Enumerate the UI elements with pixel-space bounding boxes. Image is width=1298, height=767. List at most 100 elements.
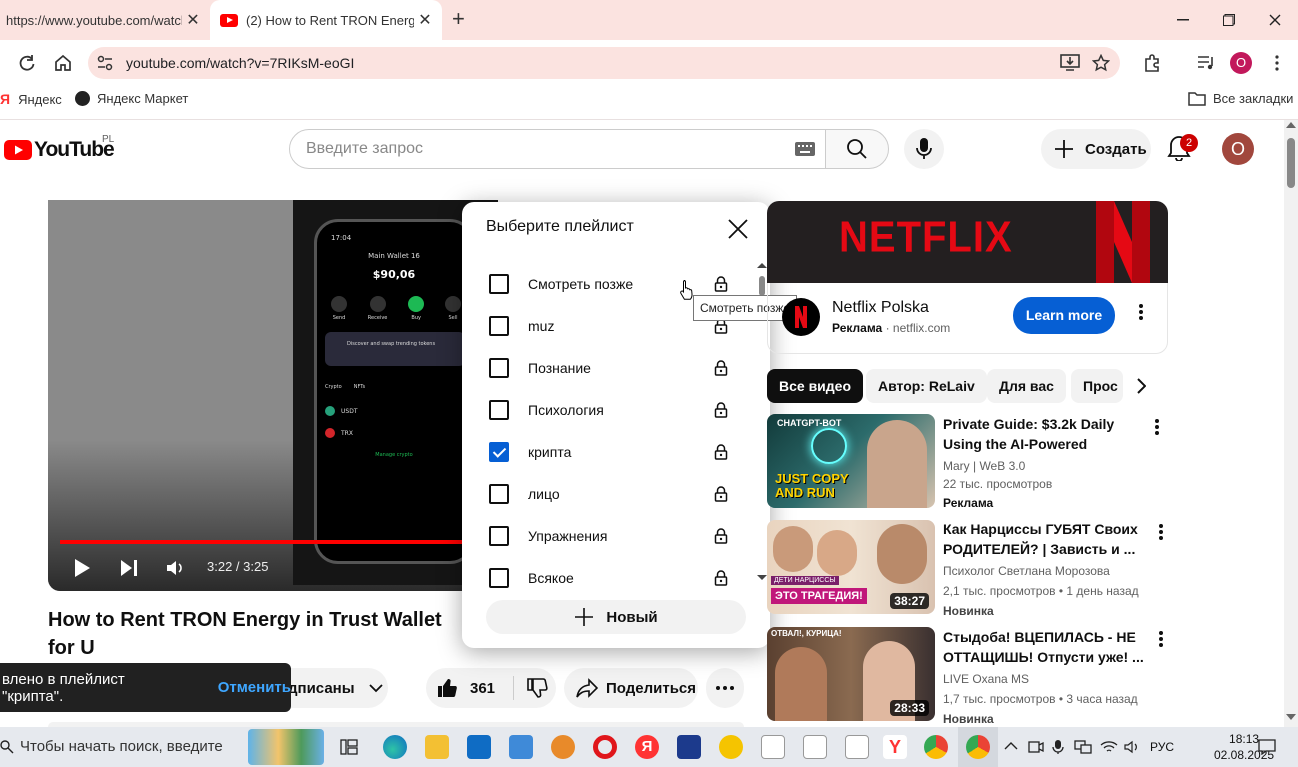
playlist-row[interactable]: Познание	[486, 347, 736, 389]
taskbar-search-box[interactable]: Чтобы начать поиск, введите	[0, 727, 240, 767]
undo-button[interactable]: Отменить	[218, 679, 291, 696]
advertiser-name[interactable]: Netflix Polska	[832, 299, 929, 317]
mic-icon[interactable]	[1052, 739, 1064, 755]
yandex-browser-icon[interactable]: Я	[635, 735, 659, 759]
next-video-icon[interactable]	[120, 559, 138, 577]
related-thumbnail[interactable]: ОТВАЛ!, КУРИЦА! 28:33	[767, 627, 935, 721]
document-icon[interactable]	[761, 735, 785, 759]
chip-all-videos[interactable]: Все видео	[767, 369, 864, 403]
task-view-icon[interactable]	[340, 739, 358, 755]
playlist-row[interactable]: лицо	[486, 473, 736, 515]
wifi-icon[interactable]	[1100, 740, 1118, 754]
account-avatar[interactable]: О	[1222, 133, 1254, 165]
checkbox[interactable]	[489, 568, 509, 588]
network-adapter-icon[interactable]	[1074, 740, 1092, 754]
close-icon[interactable]: ✕	[414, 9, 436, 31]
related-channel[interactable]: Психолог Светлана Морозова	[943, 562, 1110, 580]
url-text[interactable]: youtube.com/watch?v=7RIKsM-eoGI	[126, 54, 354, 72]
app-target-icon[interactable]	[551, 735, 575, 759]
related-channel[interactable]: LIVE Oxana MS	[943, 670, 1029, 688]
checkbox[interactable]	[489, 484, 509, 504]
all-bookmarks[interactable]: Все закладки	[1188, 91, 1293, 106]
playlist-row[interactable]: крипта	[486, 431, 736, 473]
ad-more-icon[interactable]	[1133, 302, 1149, 322]
related-channel[interactable]: Mary | WeB 3.0	[943, 457, 1025, 475]
playlist-row[interactable]: Всякое	[486, 557, 736, 599]
close-icon[interactable]: ✕	[182, 9, 204, 31]
page-scrollbar-thumb[interactable]	[1287, 138, 1295, 188]
profile-avatar[interactable]: О	[1230, 52, 1252, 74]
install-app-icon[interactable]	[1060, 54, 1080, 72]
checkbox[interactable]	[489, 526, 509, 546]
input-language[interactable]: РУС	[1150, 740, 1174, 754]
scroll-down-arrow-icon[interactable]	[1286, 714, 1296, 720]
miro-app-icon[interactable]	[719, 735, 743, 759]
bookmark-star-icon[interactable]	[1092, 54, 1110, 72]
more-actions-button[interactable]	[706, 668, 744, 708]
search-highlight-image[interactable]	[248, 729, 324, 765]
youtube-logo[interactable]: YouTube	[4, 138, 115, 162]
search-button[interactable]	[825, 129, 889, 169]
chrome-active-icon[interactable]	[966, 735, 990, 759]
advertiser-logo-icon[interactable]	[782, 298, 820, 336]
progress-bar[interactable]	[60, 540, 466, 544]
file-explorer-icon[interactable]	[425, 735, 449, 759]
checkbox[interactable]	[489, 358, 509, 378]
outlook-icon[interactable]	[467, 735, 491, 759]
checkbox-checked[interactable]	[489, 442, 509, 462]
bookmark-yandex-market[interactable]: Яндекс Маркет	[75, 91, 188, 106]
play-icon[interactable]	[73, 558, 91, 578]
reload-icon[interactable]	[17, 53, 37, 73]
scroll-up-arrow-icon[interactable]	[1286, 122, 1296, 128]
share-button[interactable]: Поделиться	[564, 668, 698, 708]
related-more-icon[interactable]	[1154, 630, 1168, 648]
volume-icon[interactable]	[166, 559, 186, 577]
related-thumbnail[interactable]: CHATGPT-BOT JUST COPY AND RUN	[767, 414, 935, 508]
related-title[interactable]: Как Нарциссы ГУБЯТ Своих РОДИТЕЛЕЙ? | За…	[943, 519, 1148, 559]
document-icon[interactable]	[803, 735, 827, 759]
edge-icon[interactable]	[383, 735, 407, 759]
yandex-icon[interactable]: Y	[883, 735, 907, 759]
chrome-icon[interactable]	[924, 735, 948, 759]
search-input[interactable]: Введите запрос	[289, 129, 826, 169]
related-title[interactable]: Private Guide: $3.2k Daily Using the AI-…	[943, 414, 1148, 454]
related-more-icon[interactable]	[1154, 523, 1168, 541]
window-close-icon[interactable]	[1260, 8, 1290, 32]
dialog-close-button[interactable]	[725, 216, 751, 242]
like-button[interactable]: 361	[426, 668, 556, 708]
meet-now-icon[interactable]	[1028, 740, 1044, 754]
chevron-up-icon[interactable]	[1004, 742, 1018, 750]
home-icon[interactable]	[53, 53, 73, 73]
checkbox[interactable]	[489, 316, 509, 336]
media-control-icon[interactable]	[1196, 54, 1216, 72]
minimize-icon[interactable]	[1168, 8, 1198, 32]
speaker-icon[interactable]	[1124, 740, 1140, 754]
maximize-icon[interactable]	[1214, 8, 1244, 32]
voice-search-button[interactable]	[904, 129, 944, 169]
checkbox[interactable]	[489, 274, 509, 294]
tab-youtube-url[interactable]: https://www.youtube.com/watch ✕	[0, 0, 210, 40]
checkbox[interactable]	[489, 400, 509, 420]
document-icon[interactable]	[845, 735, 869, 759]
page-scrollbar[interactable]	[1284, 120, 1298, 727]
new-tab-plus-icon[interactable]: +	[452, 8, 474, 30]
extensions-icon[interactable]	[1142, 53, 1162, 73]
keyboard-icon[interactable]	[795, 142, 815, 156]
news-icon[interactable]	[509, 735, 533, 759]
playlist-row[interactable]: Психология	[486, 389, 736, 431]
bookmark-yandex[interactable]: Я Яндекс	[0, 91, 62, 107]
site-info-icon[interactable]	[96, 54, 114, 72]
tab-active-video[interactable]: (2) How to Rent TRON Energy in ✕	[210, 0, 442, 40]
new-playlist-button[interactable]: Новый	[486, 600, 746, 634]
chevron-right-icon[interactable]	[1136, 378, 1146, 394]
dialog-scrollbar-thumb[interactable]	[759, 276, 765, 296]
chip-for-you[interactable]: Для вас	[987, 369, 1066, 403]
menu-kebab-icon[interactable]	[1270, 54, 1284, 72]
ad-banner-image[interactable]: NETFLIX	[767, 201, 1168, 283]
playlist-row[interactable]: Упражнения	[486, 515, 736, 557]
chip-watched[interactable]: Прос	[1071, 369, 1123, 403]
create-button[interactable]: Создать	[1041, 129, 1151, 169]
related-title[interactable]: Стыдоба! ВЦЕПИЛАСЬ - НЕ ОТТАЩИШЬ! Отпуст…	[943, 627, 1148, 667]
learn-more-button[interactable]: Learn more	[1013, 297, 1115, 334]
chip-by-author[interactable]: Автор: ReLaiv	[866, 369, 987, 403]
